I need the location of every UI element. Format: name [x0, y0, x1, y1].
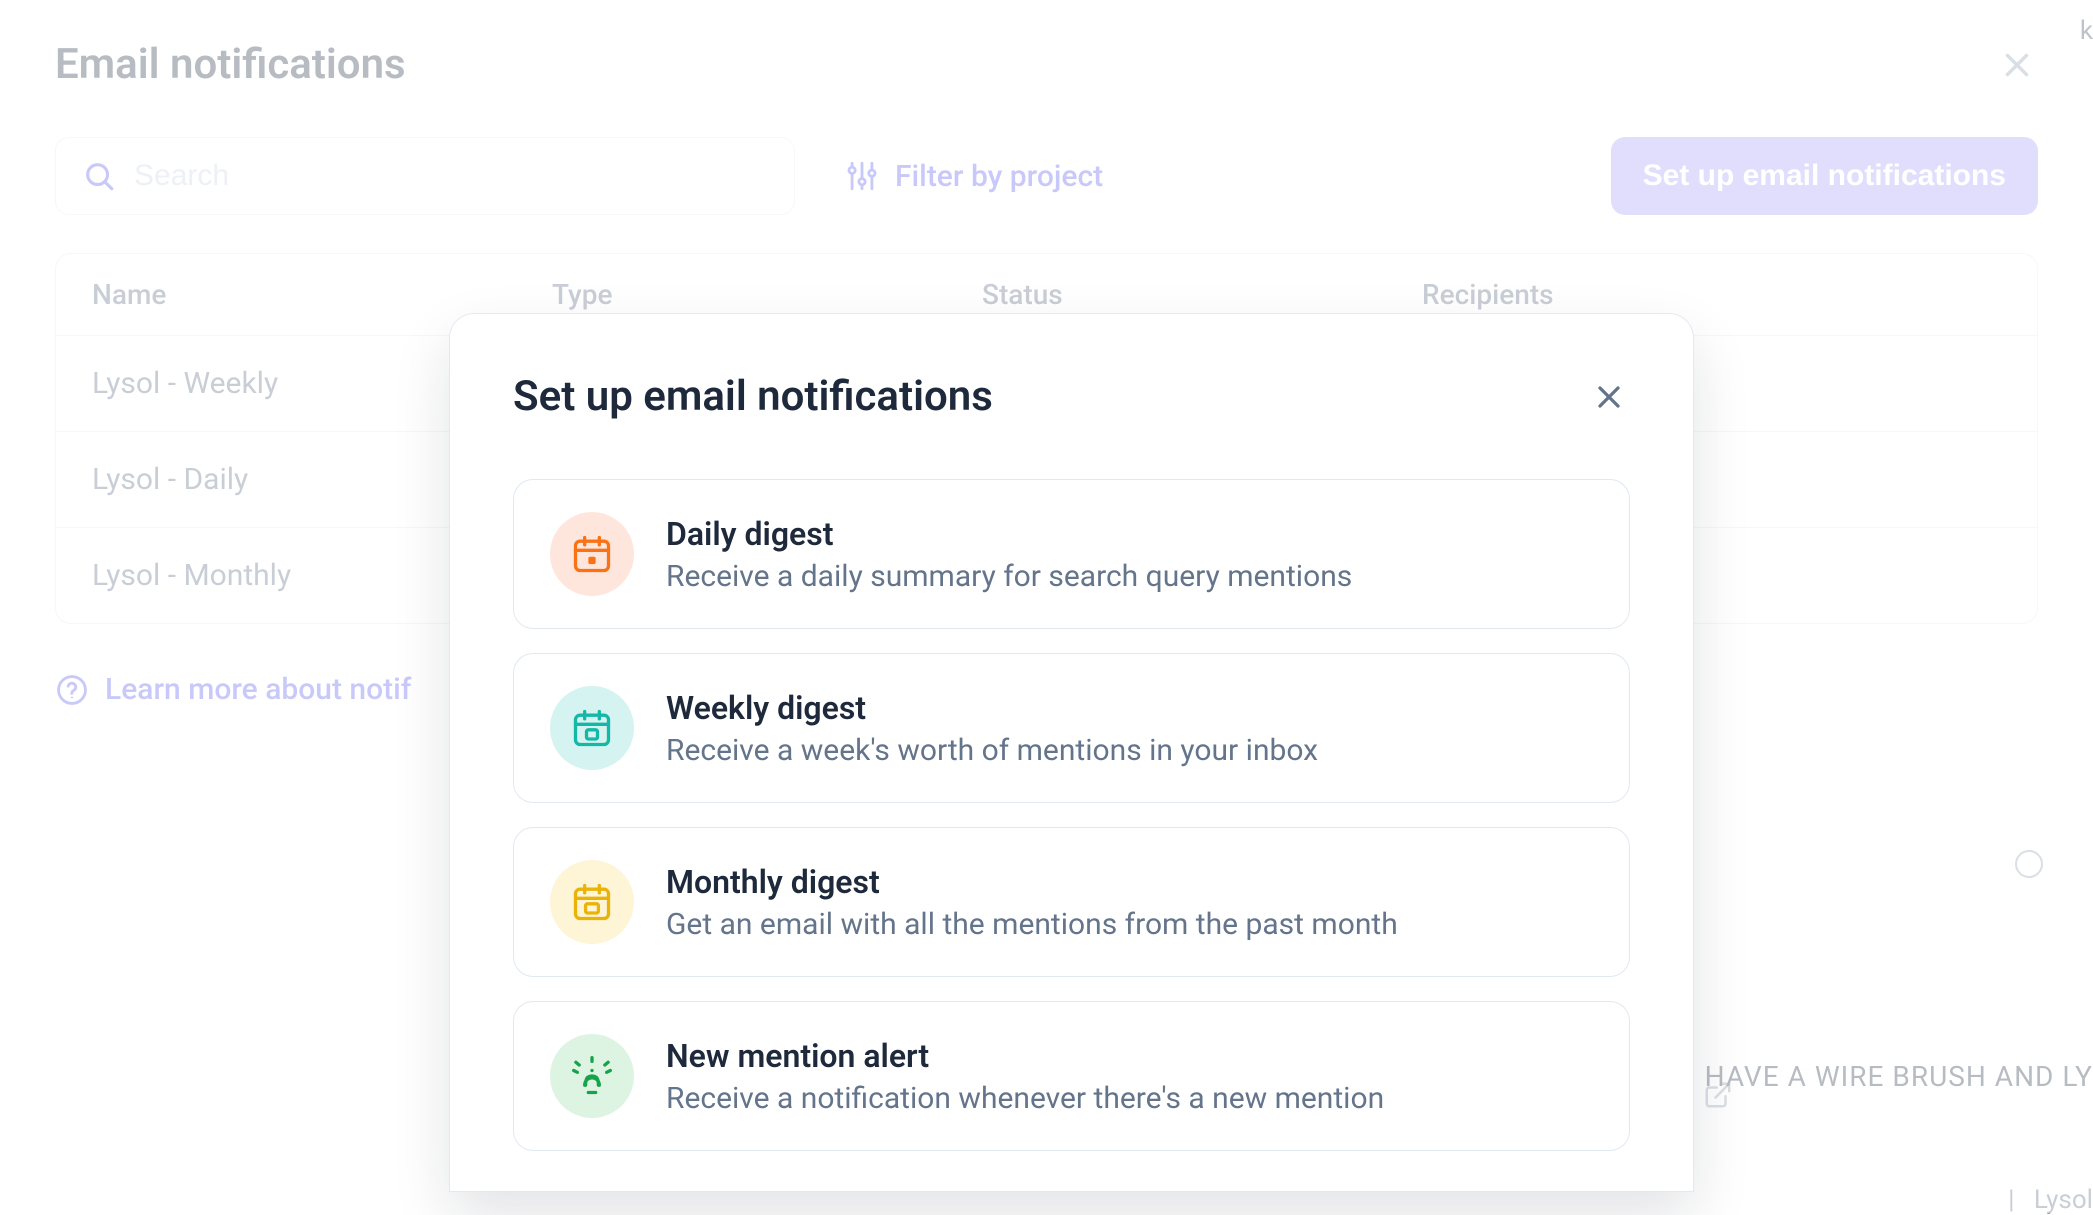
option-daily-digest[interactable]: Daily digest Receive a daily summary for…	[513, 479, 1630, 629]
option-desc: Receive a notification whenever there's …	[666, 1081, 1384, 1116]
page-title: Email notifications	[55, 40, 406, 89]
setup-email-notifications-button[interactable]: Set up email notifications	[1611, 137, 2038, 215]
option-new-mention-alert[interactable]: New mention alert Receive a notification…	[513, 1001, 1630, 1151]
column-type: Type	[552, 278, 982, 311]
background-tag: | Lysol	[2008, 1185, 2093, 1215]
radio-circle-icon	[2015, 850, 2043, 878]
calendar-week-icon	[550, 686, 634, 770]
bell-alert-icon	[550, 1034, 634, 1118]
column-recipients: Recipients	[1422, 278, 2001, 311]
option-desc: Get an email with all the mentions from …	[666, 907, 1398, 942]
help-icon	[55, 673, 89, 707]
option-desc: Receive a week's worth of mentions in yo…	[666, 733, 1318, 768]
search-icon	[82, 159, 116, 193]
background-fragment: k	[2080, 16, 2093, 46]
close-icon	[1998, 46, 2036, 84]
setup-modal: Set up email notifications Daily digest …	[450, 314, 1693, 1191]
option-title: Weekly digest	[666, 689, 1318, 727]
option-list: Daily digest Receive a daily summary for…	[513, 479, 1630, 1151]
option-title: Daily digest	[666, 515, 1352, 553]
search-field-wrap[interactable]	[55, 137, 795, 215]
close-page-button[interactable]	[1996, 44, 2038, 86]
option-title: Monthly digest	[666, 863, 1398, 901]
option-title: New mention alert	[666, 1037, 1384, 1075]
option-monthly-digest[interactable]: Monthly digest Get an email with all the…	[513, 827, 1630, 977]
sliders-icon	[845, 159, 879, 193]
modal-title: Set up email notifications	[513, 372, 993, 421]
calendar-day-icon	[550, 512, 634, 596]
option-weekly-digest[interactable]: Weekly digest Receive a week's worth of …	[513, 653, 1630, 803]
close-icon	[1591, 379, 1627, 415]
column-status: Status	[982, 278, 1422, 311]
learn-more-text: Learn more about notif	[105, 672, 411, 707]
column-name: Name	[92, 278, 552, 311]
filter-by-project-button[interactable]: Filter by project	[835, 159, 1113, 194]
modal-close-button[interactable]	[1588, 376, 1630, 418]
filter-label: Filter by project	[895, 159, 1103, 194]
option-desc: Receive a daily summary for search query…	[666, 559, 1352, 594]
search-input[interactable]	[134, 159, 768, 193]
calendar-month-icon	[550, 860, 634, 944]
